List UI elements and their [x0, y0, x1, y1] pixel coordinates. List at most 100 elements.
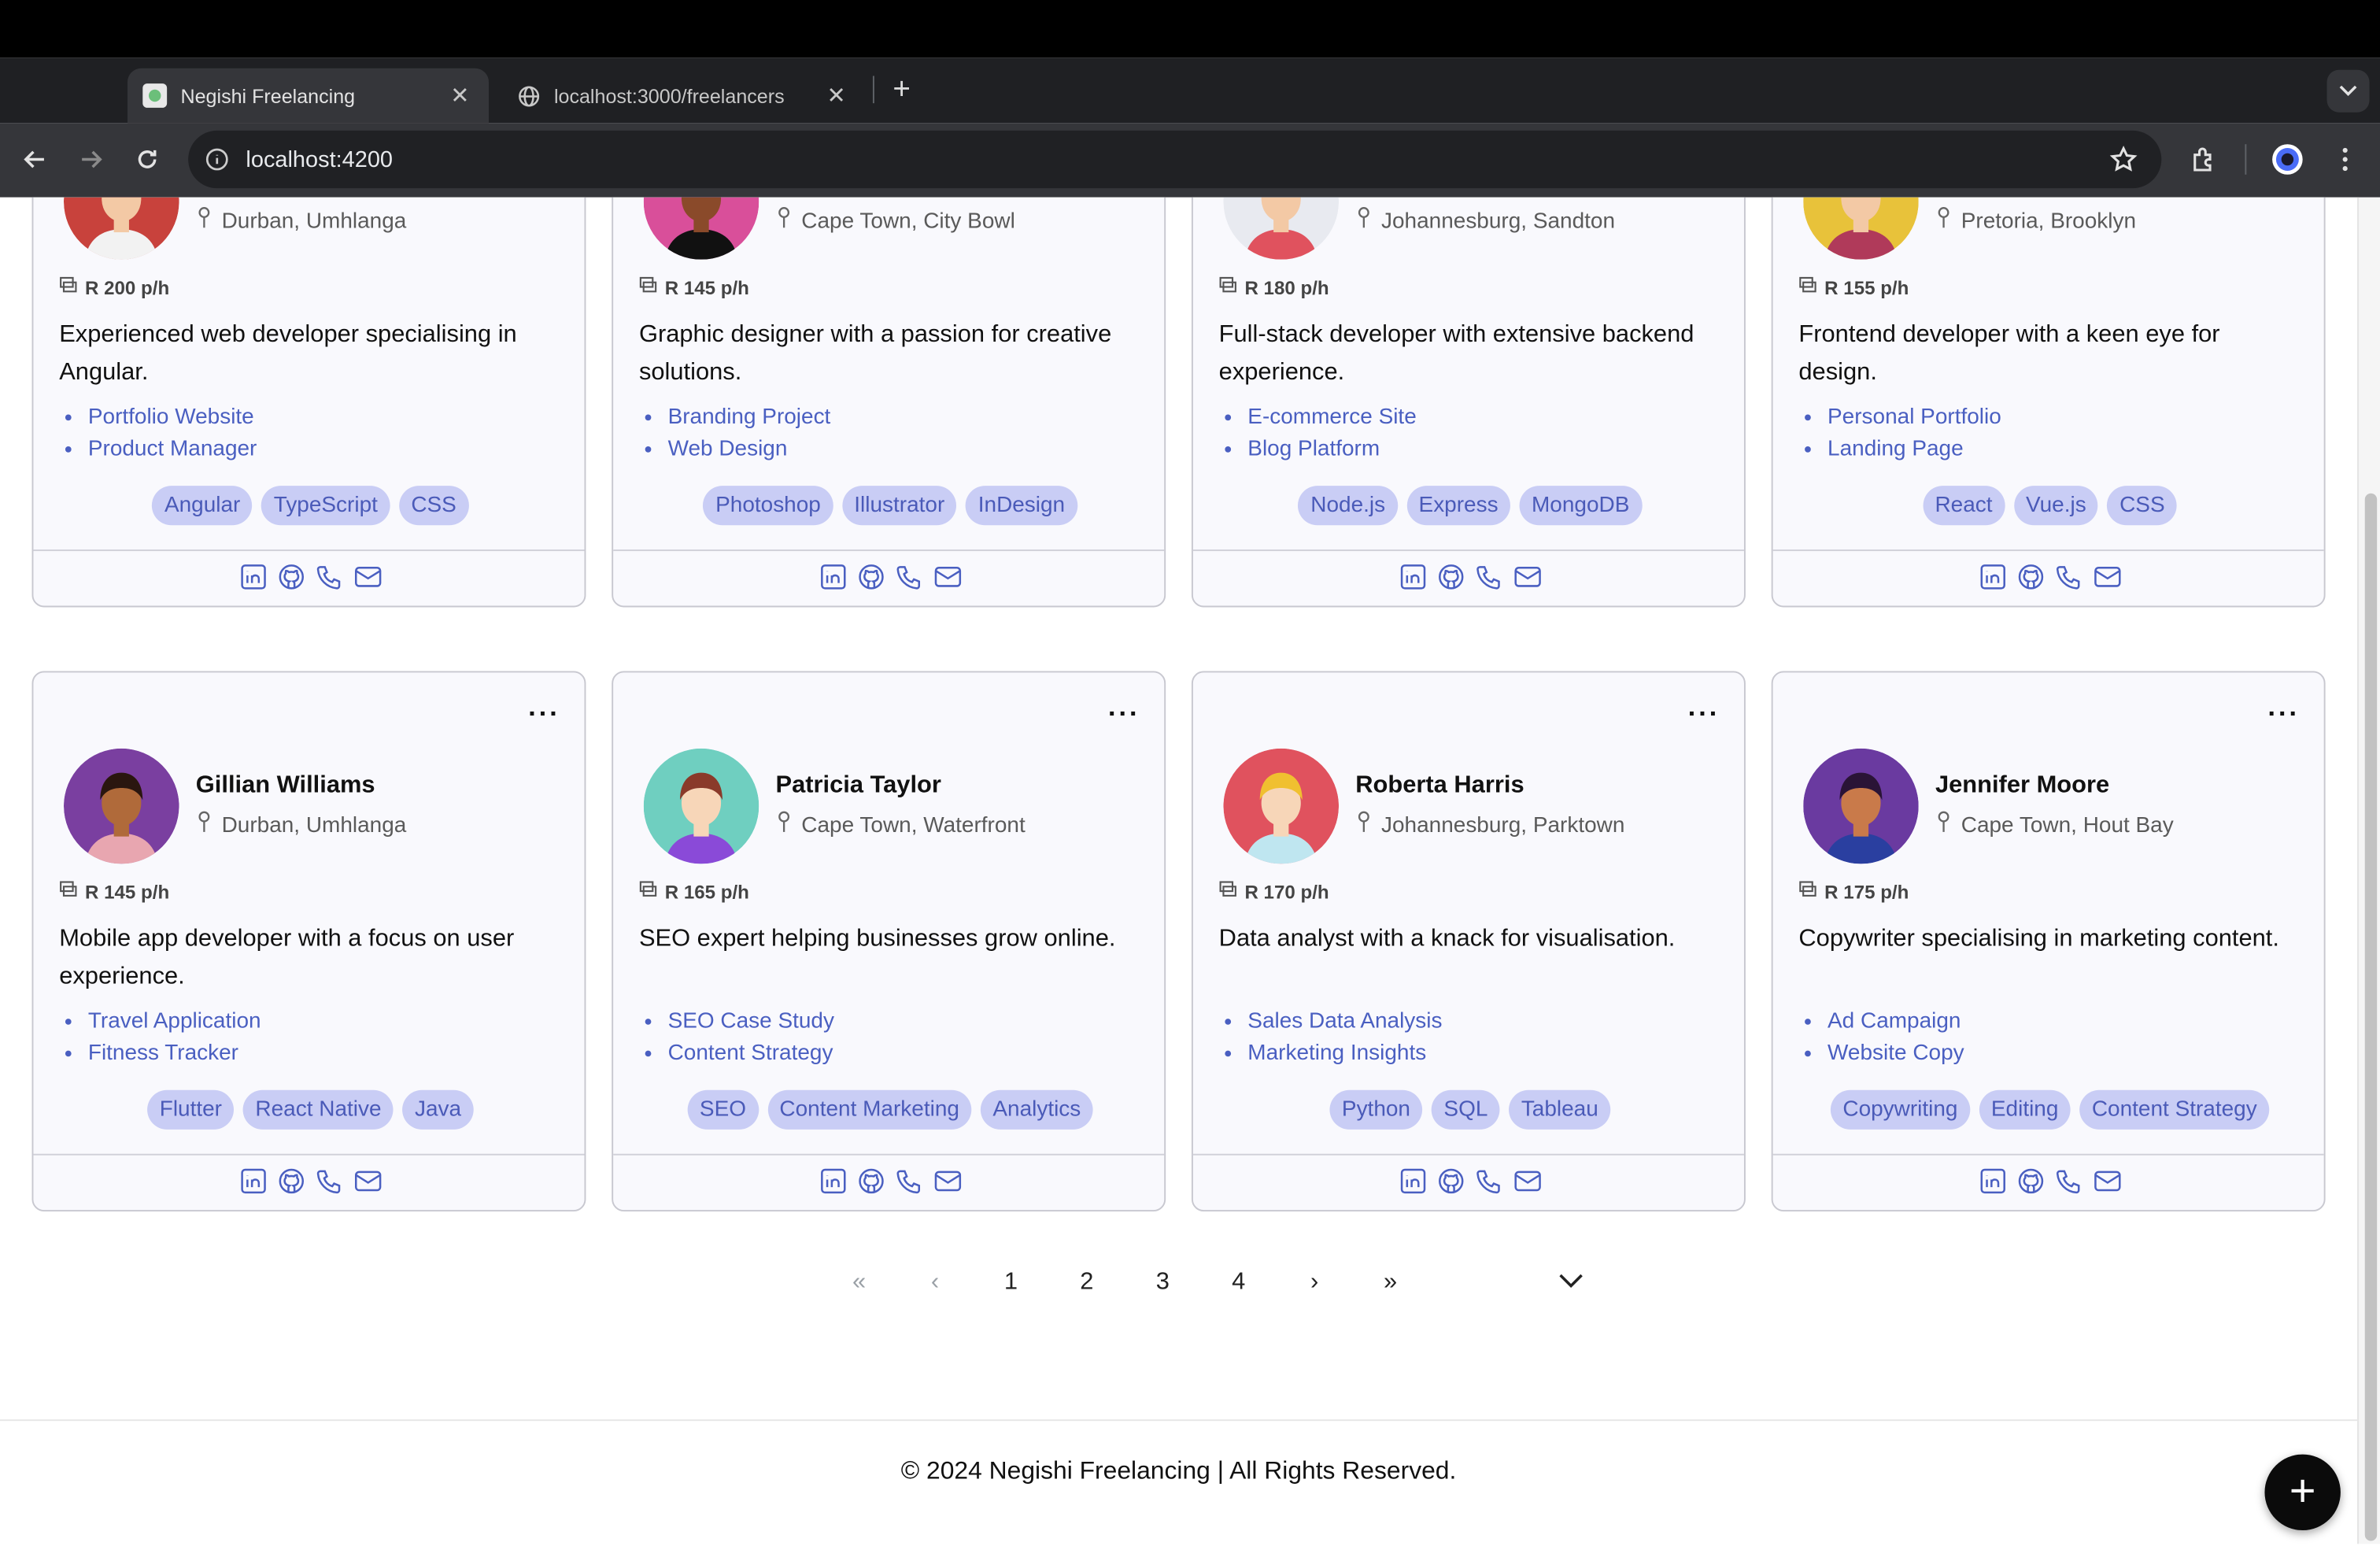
email-icon[interactable]	[1512, 1166, 1543, 1196]
freelancer-card[interactable]: ··· Cape Town, City BowlR 145 p/hGraphic…	[612, 197, 1166, 608]
bookmark-star-icon[interactable]	[2109, 146, 2138, 180]
freelancer-name[interactable]: Gillian Williams	[196, 773, 375, 801]
project-link[interactable]: Sales Data Analysis	[1247, 1007, 1442, 1039]
freelancer-name[interactable]: Jennifer Moore	[1935, 773, 2109, 801]
browser-tab-active[interactable]: Negishi Freelancing ✕	[128, 68, 490, 124]
phone-icon[interactable]	[894, 1166, 925, 1196]
github-icon[interactable]	[2016, 1166, 2046, 1196]
freelancer-card[interactable]: ··· Roberta Harris Johannesburg, Parktown…	[1191, 671, 1746, 1212]
linkedin-icon[interactable]	[238, 562, 269, 593]
browser-tab[interactable]: localhost:3000/freelancers ✕	[501, 68, 865, 123]
project-link[interactable]: Personal Portfolio	[1828, 402, 2001, 435]
linkedin-icon[interactable]	[1398, 562, 1428, 593]
reload-button[interactable]	[129, 141, 165, 177]
project-link[interactable]: Blog Platform	[1247, 435, 1416, 467]
project-link[interactable]: Travel Application	[88, 1007, 261, 1039]
project-link[interactable]: Content Strategy	[668, 1038, 834, 1071]
linkedin-icon[interactable]	[819, 1166, 849, 1196]
freelancer-name[interactable]: Patricia Taylor	[776, 773, 941, 801]
phone-icon[interactable]	[2053, 562, 2084, 593]
close-tab-icon[interactable]: ✕	[822, 82, 850, 109]
location-text: Cape Town, City Bowl	[801, 209, 1015, 234]
project-link[interactable]: Branding Project	[668, 402, 831, 435]
address-bar[interactable]: localhost:4200	[188, 130, 2162, 189]
forward-button[interactable]	[73, 141, 109, 177]
first-page-button[interactable]: «	[821, 1269, 896, 1296]
freelancer-card[interactable]: ··· Johannesburg, SandtonR 180 p/hFull-s…	[1191, 197, 1746, 608]
github-icon[interactable]	[276, 562, 307, 593]
skill-chips: Python SQL Tableau	[1193, 1089, 1744, 1130]
linkedin-icon[interactable]	[238, 1166, 269, 1196]
github-icon[interactable]	[1436, 1166, 1466, 1196]
page-scrollbar[interactable]	[2357, 197, 2380, 1544]
page-button-4[interactable]: 4	[1201, 1269, 1277, 1296]
tab-search-button[interactable]	[2326, 69, 2370, 113]
project-link[interactable]: Fitness Tracker	[88, 1038, 261, 1071]
project-link[interactable]: Web Design	[668, 435, 831, 467]
github-icon[interactable]	[856, 562, 887, 593]
phone-icon[interactable]	[314, 1166, 345, 1196]
project-link[interactable]: SEO Case Study	[668, 1007, 834, 1039]
page-size-dropdown[interactable]	[1428, 1269, 1584, 1296]
freelancer-card[interactable]: ··· Patricia Taylor Cape Town, Waterfront…	[612, 671, 1166, 1212]
linkedin-icon[interactable]	[1978, 562, 2009, 593]
email-icon[interactable]	[352, 562, 382, 593]
email-icon[interactable]	[2092, 562, 2123, 593]
freelancer-card[interactable]: ··· Gillian Williams Durban, Umhlanga R 14…	[31, 671, 586, 1212]
phone-icon[interactable]	[1474, 562, 1505, 593]
phone-icon[interactable]	[2053, 1166, 2084, 1196]
contact-links	[1773, 562, 2324, 593]
project-link[interactable]: Website Copy	[1828, 1038, 1964, 1071]
freelancer-card[interactable]: ··· Durban, UmhlangaR 200 p/hExperienced…	[31, 197, 586, 608]
github-icon[interactable]	[856, 1166, 887, 1196]
freelancer-card[interactable]: ··· Jennifer Moore Cape Town, Hout Bay R 1…	[1771, 671, 2326, 1212]
extensions-icon[interactable]	[2186, 141, 2222, 177]
back-button[interactable]	[17, 141, 53, 177]
email-icon[interactable]	[1512, 562, 1543, 593]
github-icon[interactable]	[1436, 562, 1466, 593]
card-divider	[1772, 549, 2324, 552]
github-icon[interactable]	[2016, 562, 2046, 593]
avatar	[64, 197, 179, 260]
linkedin-icon[interactable]	[1978, 1166, 2009, 1196]
contact-links	[1193, 1166, 1744, 1196]
site-info-icon[interactable]	[188, 147, 246, 172]
next-page-button[interactable]: ›	[1277, 1269, 1352, 1296]
linkedin-icon[interactable]	[1398, 1166, 1428, 1196]
project-link[interactable]: Marketing Insights	[1247, 1038, 1442, 1071]
freelancer-description: Data analyst with a knack for visualisat…	[1218, 926, 1676, 952]
freelancer-name[interactable]: Roberta Harris	[1355, 773, 1524, 801]
github-icon[interactable]	[276, 1166, 307, 1196]
previous-page-button[interactable]: ‹	[897, 1269, 973, 1296]
email-icon[interactable]	[932, 1166, 963, 1196]
project-link[interactable]: Ad Campaign	[1828, 1007, 1964, 1039]
project-link[interactable]: E-commerce Site	[1247, 402, 1416, 435]
card-menu-icon[interactable]: ···	[528, 700, 560, 727]
phone-icon[interactable]	[1474, 1166, 1505, 1196]
add-freelancer-button[interactable]: +	[2264, 1454, 2341, 1531]
card-menu-icon[interactable]: ···	[1108, 700, 1140, 727]
page-button-3[interactable]: 3	[1125, 1269, 1200, 1296]
new-tab-button[interactable]: +	[886, 68, 917, 111]
project-link[interactable]: Portfolio Website	[88, 402, 257, 435]
phone-icon[interactable]	[314, 562, 345, 593]
phone-icon[interactable]	[894, 562, 925, 593]
project-link[interactable]: Landing Page	[1828, 435, 2001, 467]
skill-chip: Tableau	[1509, 1089, 1611, 1130]
close-tab-icon[interactable]: ✕	[446, 82, 474, 109]
email-icon[interactable]	[352, 1166, 382, 1196]
browser-menu-icon[interactable]	[2327, 141, 2363, 177]
page-button-1[interactable]: 1	[973, 1269, 1048, 1296]
money-icon	[1219, 276, 1239, 299]
card-menu-icon[interactable]: ···	[2267, 700, 2299, 727]
linkedin-icon[interactable]	[819, 562, 849, 593]
last-page-button[interactable]: »	[1352, 1269, 1428, 1296]
project-link[interactable]: Product Manager	[88, 435, 257, 467]
scrollbar-thumb[interactable]	[2364, 493, 2378, 1541]
email-icon[interactable]	[932, 562, 963, 593]
page-button-2[interactable]: 2	[1049, 1269, 1125, 1296]
card-menu-icon[interactable]: ···	[1688, 700, 1720, 727]
profile-avatar[interactable]	[2269, 141, 2305, 177]
freelancer-card[interactable]: ··· Pretoria, BrooklynR 155 p/hFrontend …	[1771, 197, 2326, 608]
email-icon[interactable]	[2092, 1166, 2123, 1196]
